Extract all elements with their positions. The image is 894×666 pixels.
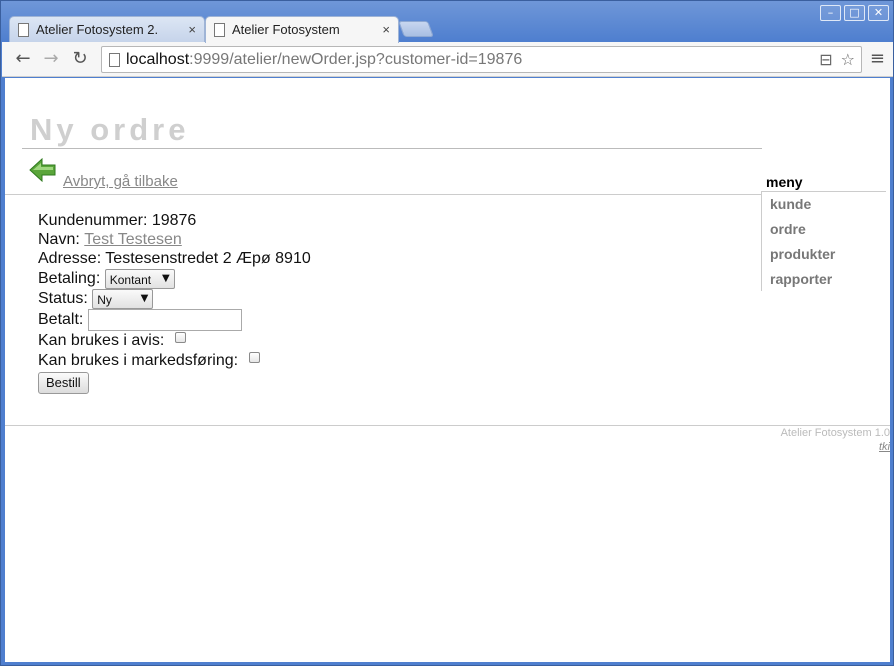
status-label: Status: (38, 290, 88, 307)
status-row: Status: Ny ▼ (38, 289, 154, 309)
payment-select[interactable]: Kontant ▼ (104, 269, 175, 289)
marketing-label: Kan brukes i markedsføring: (38, 352, 239, 369)
reload-icon[interactable]: ↻ (69, 48, 91, 70)
chevron-down-icon: ▼ (140, 293, 149, 304)
tab-title: Atelier Fotosystem (232, 22, 340, 37)
marketing-checkbox[interactable] (248, 351, 260, 363)
page-icon (109, 53, 120, 67)
maximize-button[interactable]: □ (844, 5, 865, 21)
browser-toolbar: ← → ↻ localhost:9999/atelier/newOrder.js… (2, 42, 893, 77)
close-window-button[interactable]: ✕ (868, 5, 889, 21)
address-bar[interactable]: localhost:9999/atelier/newOrder.jsp?cust… (101, 46, 862, 73)
forward-icon[interactable]: → (40, 48, 62, 70)
page-icon (214, 23, 225, 37)
footer-version: Atelier Fotosystem 1.0 (780, 427, 890, 439)
paid-label: Betalt: (38, 311, 84, 328)
cancel-back-link[interactable]: Avbryt, gå tilbake (63, 173, 178, 190)
window-controls: – □ ✕ (820, 5, 889, 21)
payment-row: Betaling: Kontant ▼ (38, 269, 175, 289)
name-label: Navn: (38, 231, 80, 248)
address-row: Adresse: Testesenstredet 2 Æpø 8910 (38, 250, 311, 268)
customer-name-link[interactable]: Test Testesen (84, 231, 182, 248)
tab-atelier-active[interactable]: Atelier Fotosystem × (205, 16, 399, 43)
newspaper-checkbox[interactable] (174, 331, 186, 343)
title-divider (22, 148, 762, 149)
translate-icon[interactable]: ⊟ (819, 50, 832, 69)
address-text: Adresse: Testesenstredet 2 Æpø 8910 (38, 250, 311, 267)
status-select[interactable]: Ny ▼ (92, 289, 154, 309)
back-arrow-icon[interactable] (29, 158, 57, 182)
browser-menu-icon[interactable]: ≡ (870, 48, 885, 69)
address-bar-actions: ⊟ ☆ (819, 50, 855, 69)
footer-divider (5, 425, 890, 426)
order-submit-button[interactable]: Bestill (38, 372, 89, 394)
url-host: localhost (126, 51, 190, 68)
chevron-down-icon: ▼ (162, 273, 170, 284)
page-title: Ny ordre (30, 112, 190, 147)
sidebar-item-rapporter[interactable]: rapporter (762, 267, 886, 292)
tab-close-icon[interactable]: × (188, 17, 196, 43)
newspaper-label: Kan brukes i avis: (38, 332, 165, 349)
submit-row: Bestill (38, 372, 89, 394)
sidebar-list: kunde ordre produkter rapporter (761, 192, 886, 291)
footer-link[interactable]: tki (879, 441, 890, 453)
customer-number-row: Kundenummer: 19876 (38, 212, 196, 230)
back-icon[interactable]: ← (12, 48, 34, 70)
marketing-row: Kan brukes i markedsføring: (38, 351, 260, 370)
browser-window: – □ ✕ Atelier Fotosystem 2. × Atelier Fo… (0, 0, 894, 666)
payment-label: Betaling: (38, 270, 101, 287)
newspaper-row: Kan brukes i avis: (38, 331, 186, 350)
sidebar-title: meny (766, 174, 803, 190)
sidebar-item-produkter[interactable]: produkter (762, 242, 886, 267)
tab-close-icon[interactable]: × (382, 17, 390, 43)
payment-selected-value: Kontant (109, 272, 152, 287)
new-tab-button[interactable] (398, 21, 434, 37)
sidebar-menu: meny kunde ordre produkter rapporter (761, 175, 886, 291)
sidebar-item-ordre[interactable]: ordre (762, 217, 886, 242)
page-viewport: Ny ordre Avbryt, gå tilbake meny kunde o… (5, 78, 890, 662)
bookmark-star-icon[interactable]: ☆ (841, 50, 855, 69)
tab-title: Atelier Fotosystem 2. (36, 22, 159, 37)
sidebar-item-kunde[interactable]: kunde (762, 192, 886, 217)
customer-number-text: Kundenummer: 19876 (38, 212, 197, 229)
url-text[interactable]: localhost:9999/atelier/newOrder.jsp?cust… (126, 51, 522, 69)
minimize-button[interactable]: – (820, 5, 841, 21)
status-selected-value: Ny (97, 292, 112, 307)
name-row: Navn: Test Testesen (38, 231, 182, 249)
url-path: :9999/atelier/newOrder.jsp?customer-id=1… (189, 51, 523, 68)
paid-input[interactable] (87, 309, 242, 331)
paid-row: Betalt: (38, 309, 242, 331)
tab-atelier-2[interactable]: Atelier Fotosystem 2. × (9, 16, 205, 43)
content-divider (5, 194, 761, 195)
tab-strip: Atelier Fotosystem 2. × Atelier Fotosyst… (9, 16, 439, 43)
page-icon (18, 23, 29, 37)
